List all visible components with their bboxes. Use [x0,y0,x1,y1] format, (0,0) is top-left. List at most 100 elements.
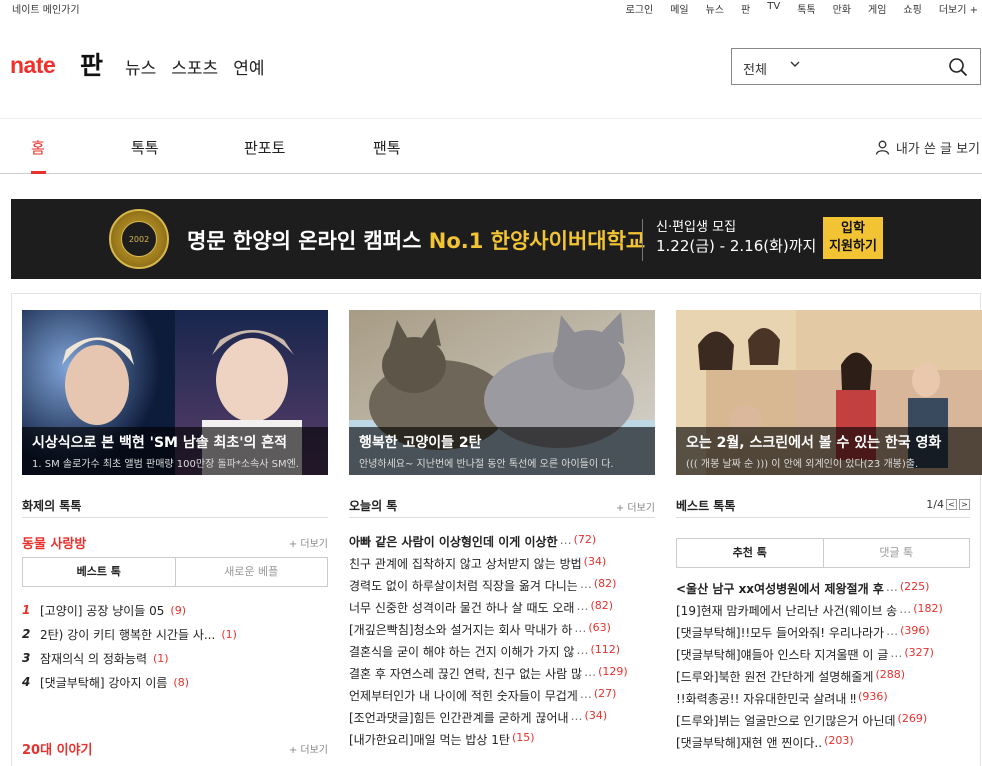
comic-link[interactable]: 만화 [833,1,851,16]
nav-news[interactable]: 뉴스 [125,54,156,79]
chevron-down-icon[interactable] [790,59,800,69]
news-link[interactable]: 뉴스 [706,1,724,16]
pets-more-link[interactable]: + 더보기 [289,535,328,550]
list-item[interactable]: 4 [댓글부탁해] 강아지 이름 (8) [22,670,328,694]
feature-card-cats[interactable]: 행복한 고양이들 2탄 안녕하세요~ 지난번에 반나절 동안 톡선에 오른 아이… [349,310,655,475]
nav-sports[interactable]: 스포츠 [171,54,218,79]
list-item[interactable]: 언제부터인가 내 나이에 적힌 숫자들이 무겁게… (27) [349,687,655,709]
feature-card-movies[interactable]: 오는 2월, 스크린에서 볼 수 있는 한국 영화 ((( 개봉 날짜 순 ))… [676,310,982,475]
item-title: [드루와]뷔는 얼굴만으로 인기많은거 아닌데 [676,714,896,728]
item-title: 아빠 같은 사람이 이상형인데 이게 이상한 [349,535,558,549]
list-item[interactable]: 결혼식을 굳이 해야 하는 건지 이해가 가지 않… (112) [349,643,655,665]
banner-headline: 명문 한양의 온라인 캠퍼스 No.1 한양사이버대학교 [187,225,645,255]
tab-pannphoto[interactable]: 판포토 [244,137,285,158]
list-item[interactable]: [댓글부탁해]얘들아 인스타 지겨울땐 이 글… (327) [676,646,970,668]
next-page-button[interactable]: > [959,499,970,510]
ellipsis: … [579,687,592,701]
twenties-more-link[interactable]: + 더보기 [289,741,328,756]
list-item[interactable]: 친구 관계에 집착하지 않고 상처받지 않는 방법 (34) [349,555,655,577]
ellipsis: … [890,646,903,660]
game-link[interactable]: 게임 [868,1,886,16]
list-item[interactable]: [내가한요리]매일 먹는 밥상 1탄 (15) [349,731,655,753]
list-item[interactable]: [조언과댓글]힘든 인간관계를 굳하게 끊어내… (34) [349,709,655,731]
shopping-link[interactable]: 쇼핑 [903,1,921,16]
comment-count: (112) [590,643,621,656]
list-item[interactable]: 결혼 후 자연스레 끊긴 연락, 친구 없는 사람 많… (129) [349,665,655,687]
search-input[interactable] [812,55,942,79]
list-item[interactable]: !!화력총공!! 자유대한민국 살려내 ‼ (936) [676,690,970,712]
ellipsis: … [584,665,597,679]
search-icon[interactable] [948,57,968,77]
item-title: [내가한요리]매일 먹는 밥상 1탄 [349,733,510,747]
list-item[interactable]: [드루와]뷔는 얼굴만으로 인기많은거 아닌데 (269) [676,712,970,734]
comment-count: (269) [897,712,928,725]
pann-link[interactable]: 판 [741,1,750,16]
nate-main-link[interactable]: 네이트 메인가기 [12,1,80,16]
item-title: 너무 신중한 성격이라 물건 하나 살 때도 오래 [349,601,575,615]
tab-home[interactable]: 홈 [31,137,45,158]
list-item[interactable]: 너무 신중한 성격이라 물건 하나 살 때도 오래… (82) [349,599,655,621]
ellipsis: … [576,599,589,613]
login-link[interactable]: 로그인 [626,1,654,16]
list-item[interactable]: [댓글부탁해]재현 앤 찐이다.. (203) [676,734,970,756]
tab-comment-tok[interactable]: 댓글 톡 [822,539,969,567]
nav-entertainment[interactable]: 연예 [233,54,264,79]
university-seal-logo: 2002 [109,209,169,269]
feature-subtitle: 1. SM 솔로가수 최초 앨범 판매량 100만장 돌파*소속사 SM엔. [32,459,299,470]
pann-logo[interactable]: 판 [80,46,103,82]
list-item[interactable]: <울산 남구 xx여성병원에서 제왕절개 후… (225) [676,580,970,602]
comment-count: (34) [584,709,608,722]
banner-recruit: 신·편입생 모집 1.22(금) - 2.16(화)까지 [656,219,816,255]
comment-count: (34) [583,555,607,568]
pets-tabs: 베스트 톡 새로운 베플 [22,557,328,587]
ad-banner[interactable]: 2002 명문 한양의 온라인 캠퍼스 No.1 한양사이버대학교 신·편입생 … [11,199,981,279]
comment-count: (1) [221,627,237,641]
page-indicator: 1/4 [926,498,944,511]
prev-page-button[interactable]: < [946,499,957,510]
search-scope-select[interactable]: 전체 [743,59,767,78]
toktok-link[interactable]: 톡톡 [797,1,815,16]
apply-button[interactable]: 입학 지원하기 [823,217,883,259]
ellipsis: … [570,709,583,723]
list-item[interactable]: [드루와]북한 원전 간단하게 설명해줄게 (288) [676,668,970,690]
item-title: 결혼 후 자연스레 끊긴 연락, 친구 없는 사람 많 [349,667,583,681]
item-title: [19]현재 맘카페에서 난리난 사건(웨이브 송 [676,604,898,618]
tab-toktok[interactable]: 톡톡 [131,137,159,158]
comment-count: (182) [913,602,943,615]
list-item[interactable]: [개깊은빡침]청소와 설거지는 회사 막내가 하… (63) [349,621,655,643]
twenties-title[interactable]: 20대 이야기 [22,739,328,758]
today-tok-section: 오늘의 톡 + 더보기 [349,497,655,518]
list-item[interactable]: 경력도 없이 하루살이처럼 직장을 옮겨 다니는… (82) [349,577,655,599]
list-item[interactable]: [댓글부탁해]!!모두 들어와줘! 우리나라가… (396) [676,624,970,646]
rank-number: 3 [22,651,31,665]
my-posts-link[interactable]: 내가 쓴 글 보기 [875,138,980,157]
utility-links: 로그인 메일 뉴스 판 TV 톡톡 만화 게임 쇼핑 더보기 + [609,1,978,16]
list-item[interactable]: 1 [고양이] 공장 냥이들 05 (9) [22,598,328,622]
header-nav: 뉴스 스포츠 연예 [125,54,279,79]
list-item[interactable]: 3 잠재의식 의 정화능력 (1) [22,646,328,670]
mail-link[interactable]: 메일 [670,1,688,16]
today-more-link[interactable]: + 더보기 [616,499,655,514]
item-title: 친구 관계에 집착하지 않고 상처받지 않는 방법 [349,557,582,571]
ellipsis: … [574,621,587,635]
section-divider [676,517,970,518]
tab-fantok[interactable]: 팬톡 [373,137,401,158]
more-services-link[interactable]: 더보기 + [939,1,978,16]
feature-caption: 시상식으로 본 백현 'SM 남솔 최초'의 흔적 1. SM 솔로가수 최초 … [22,427,328,475]
feature-card-baekhyun[interactable]: 시상식으로 본 백현 'SM 남솔 최초'의 흔적 1. SM 솔로가수 최초 … [22,310,328,475]
comment-count: (27) [593,687,617,700]
item-title: 잠재의식 의 정화능력 [40,651,147,666]
tv-link[interactable]: TV [767,1,780,16]
list-item[interactable]: 아빠 같은 사람이 이상형인데 이게 이상한… (72) [349,533,655,555]
tab-best-tok[interactable]: 베스트 톡 [23,558,175,586]
list-item[interactable]: [19]현재 맘카페에서 난리난 사건(웨이브 송… (182) [676,602,970,624]
nate-logo[interactable]: nate [10,52,56,79]
tab-new-bepl[interactable]: 새로운 베플 [174,558,327,586]
item-title: <울산 남구 xx여성병원에서 제왕절개 후 [676,582,884,596]
pets-title[interactable]: 동물 사랑방 [22,533,328,552]
tab-recommended-tok[interactable]: 추천 톡 [677,539,823,567]
comment-count: (288) [875,668,906,681]
section-title: 화제의 톡톡 [22,499,82,513]
recruit-dates: 1.22(금) - 2.16(화)까지 [656,237,817,255]
list-item[interactable]: 2 2탄) 강이 키티 행복한 시간들 사... (1) [22,622,328,646]
